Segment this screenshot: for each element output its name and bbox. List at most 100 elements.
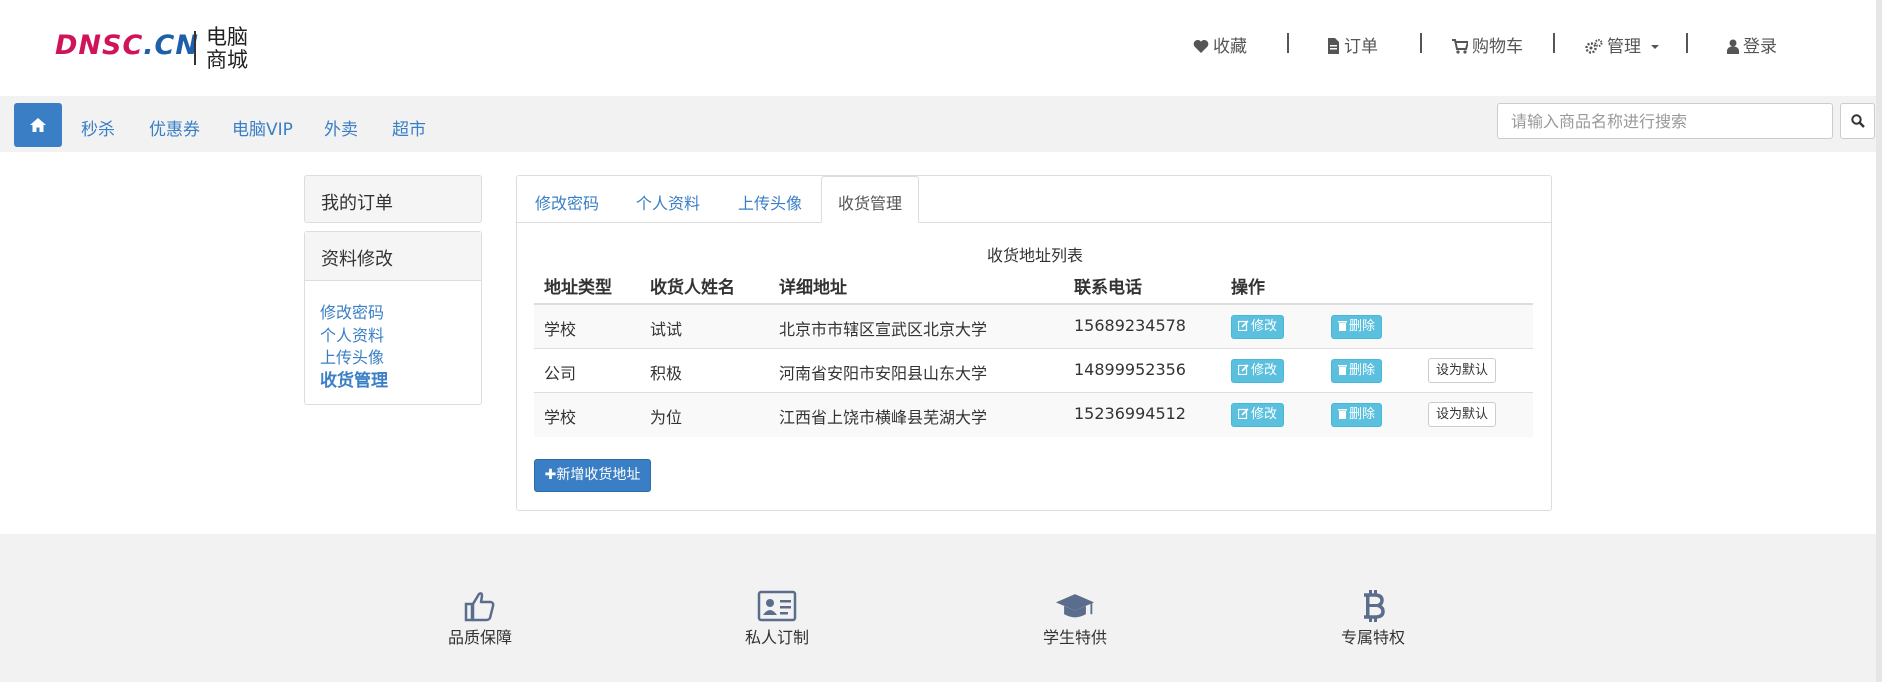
- delete-address-label: 删除: [1349, 319, 1376, 334]
- tab-address-management-label: 收货管理: [837, 194, 902, 213]
- caret-down-icon: [1651, 45, 1660, 49]
- topnav-login-label: 登录: [1743, 37, 1777, 57]
- cell-type: 学校: [544, 320, 577, 339]
- edit-icon: [1237, 320, 1249, 332]
- search-icon: [1850, 114, 1865, 128]
- set-default-button[interactable]: 设为默认: [1428, 402, 1497, 427]
- sidebar-link-upload-avatar[interactable]: 上传头像: [320, 344, 384, 368]
- logo-text-part2: CN: [154, 30, 199, 61]
- gears-icon: [1585, 39, 1603, 54]
- feature-student-label: 学生特供: [1042, 628, 1107, 647]
- column-header-actions: 操作: [1231, 278, 1265, 298]
- heart-icon: [1193, 39, 1209, 53]
- logo-cn-line2: 商城: [206, 48, 248, 72]
- cell-phone: 14899952356: [1074, 360, 1186, 379]
- feature-custom-label: 私人订制: [744, 628, 809, 647]
- edit-icon: [1237, 408, 1249, 420]
- cell-phone: 15236994512: [1074, 404, 1186, 423]
- topnav-login[interactable]: 登录: [1727, 32, 1777, 57]
- edit-address-button[interactable]: 修改: [1231, 403, 1285, 427]
- logo-divider: [194, 31, 196, 65]
- delete-address-button[interactable]: 删除: [1331, 403, 1383, 427]
- edit-address-button[interactable]: 修改: [1231, 315, 1285, 339]
- sidebar-profile-heading[interactable]: 资料修改: [305, 232, 481, 281]
- topnav-divider: [1553, 33, 1555, 53]
- topnav-cart-label: 购物车: [1472, 37, 1523, 57]
- logo-text-dot: .: [143, 30, 155, 61]
- trash-icon: [1338, 409, 1347, 419]
- site-logo[interactable]: DNSC.CN: [55, 30, 199, 61]
- home-button[interactable]: [14, 103, 62, 147]
- cell-name: 为位: [650, 408, 683, 427]
- column-header-name: 收货人姓名: [650, 278, 735, 298]
- column-header-type: 地址类型: [544, 278, 612, 298]
- cell-type: 学校: [544, 408, 577, 427]
- sidebar-my-orders[interactable]: 我的订单: [304, 175, 482, 223]
- search-button[interactable]: [1840, 103, 1875, 139]
- nav-link-coupons[interactable]: 优惠券: [149, 115, 200, 140]
- trash-icon: [1338, 321, 1347, 331]
- topnav-divider: [1686, 33, 1688, 53]
- add-address-button[interactable]: ✚新增收货地址: [534, 459, 651, 492]
- delete-address-button[interactable]: 删除: [1331, 315, 1383, 339]
- tab-personal-info[interactable]: 个人资料: [636, 190, 700, 214]
- tab-address-management[interactable]: 收货管理: [821, 176, 919, 223]
- topnav-manage-dropdown[interactable]: 管理: [1585, 32, 1664, 57]
- bitcoin-icon: [1353, 586, 1393, 626]
- nav-link-supermarket[interactable]: 超市: [392, 115, 426, 140]
- cell-address: 江西省上饶市横峰县芜湖大学: [779, 408, 988, 427]
- logo-cn-line1: 电脑: [206, 25, 248, 49]
- feature-quality-label: 品质保障: [447, 628, 512, 647]
- cell-type: 公司: [544, 364, 577, 383]
- search-input[interactable]: 请输入商品名称进行搜索: [1497, 103, 1833, 139]
- thumbs-up-icon: [460, 586, 500, 626]
- sidebar-my-orders-label: 我的订单: [321, 193, 393, 214]
- cell-name: 试试: [650, 320, 683, 339]
- cell-address: 北京市市辖区宣武区北京大学: [779, 320, 988, 339]
- nav-link-vip[interactable]: 电脑VIP: [232, 115, 293, 140]
- topnav-favorites[interactable]: 收藏: [1193, 32, 1247, 57]
- topnav-favorites-label: 收藏: [1213, 37, 1247, 57]
- cell-address: 河南省安阳市安阳县山东大学: [779, 364, 988, 383]
- topnav-orders-label: 订单: [1344, 37, 1378, 57]
- topnav-cart[interactable]: 购物车: [1452, 32, 1523, 57]
- row-divider: [534, 348, 1533, 349]
- edit-address-button[interactable]: 修改: [1231, 359, 1285, 383]
- nav-link-flash-sale[interactable]: 秒杀: [81, 115, 115, 140]
- column-header-phone: 联系电话: [1074, 278, 1142, 298]
- table-caption: 收货地址列表: [986, 246, 1083, 265]
- file-icon: [1328, 38, 1339, 54]
- nav-link-takeout[interactable]: 外卖: [324, 115, 358, 140]
- sidebar-link-change-password[interactable]: 修改密码: [320, 299, 384, 323]
- edit-address-label: 修改: [1251, 407, 1278, 422]
- page-scrollbar[interactable]: [1876, 0, 1882, 682]
- tab-upload-avatar[interactable]: 上传头像: [738, 190, 802, 214]
- logo-cn-text: 电脑 商城: [206, 26, 248, 72]
- topnav-orders[interactable]: 订单: [1327, 32, 1378, 57]
- sidebar-profile-heading-label: 资料修改: [321, 249, 393, 270]
- edit-icon: [1237, 364, 1249, 376]
- graduation-cap-icon: [1055, 586, 1095, 626]
- tab-change-password[interactable]: 修改密码: [535, 190, 599, 214]
- table-row: [534, 393, 1533, 437]
- sidebar-link-personal-info[interactable]: 个人资料: [320, 322, 384, 346]
- topnav-divider: [1420, 33, 1422, 53]
- topnav-manage-label: 管理: [1607, 37, 1641, 57]
- footer: [0, 534, 1882, 682]
- delete-address-label: 删除: [1349, 407, 1376, 422]
- table-row: [534, 305, 1533, 349]
- feature-privilege-label: 专属特权: [1340, 628, 1405, 647]
- edit-address-label: 修改: [1251, 363, 1278, 378]
- trash-icon: [1338, 365, 1347, 375]
- delete-address-label: 删除: [1349, 363, 1376, 378]
- delete-address-button[interactable]: 删除: [1331, 359, 1383, 383]
- cart-icon: [1452, 39, 1470, 54]
- user-icon: [1727, 39, 1739, 54]
- tab-underline: [517, 222, 1551, 223]
- logo-text-part1: DNSC: [55, 30, 144, 61]
- sidebar-link-address-management[interactable]: 收货管理: [320, 366, 388, 391]
- column-header-address: 详细地址: [779, 278, 847, 298]
- id-card-icon: [757, 586, 797, 626]
- set-default-button[interactable]: 设为默认: [1428, 358, 1497, 383]
- topnav-divider: [1287, 33, 1289, 53]
